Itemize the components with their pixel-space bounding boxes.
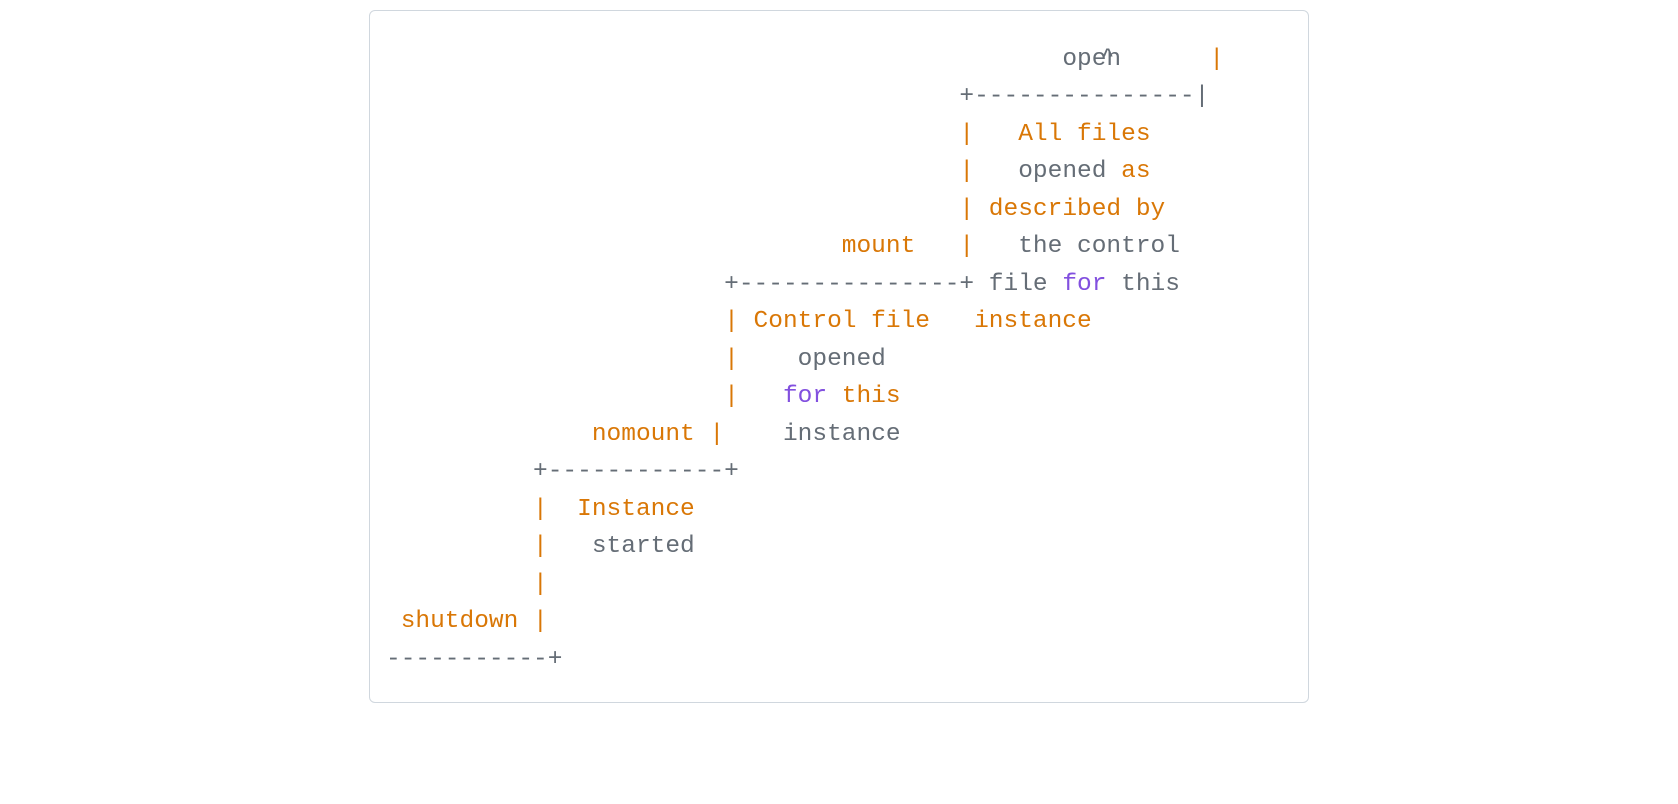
code-token [386,571,533,598]
code-token: shutdown [401,608,519,635]
code-token: | [533,571,548,598]
code-token [827,383,842,410]
code-token: mount [842,233,916,260]
code-token [386,158,959,185]
code-token: +------------+ [386,458,739,485]
code-token: nomount | [592,421,724,448]
code-token: | [959,233,974,260]
code-token: | described by [959,196,1165,223]
code-token [518,608,533,635]
code-token [386,46,1062,73]
code-token [386,308,724,335]
code-token: | [1121,46,1224,73]
code-token [386,421,592,448]
code-token: this [842,383,901,410]
code-token: the control [974,233,1180,260]
code-token: instance [724,421,900,448]
code-token: | [724,346,739,373]
code-content: open | +---------------| | All files | o… [370,11,1308,702]
code-token: this [1106,271,1180,298]
code-token: | [533,533,548,560]
code-token [915,233,959,260]
code-token: | [959,158,974,185]
code-token [386,196,959,223]
code-token [386,608,401,635]
code-token [386,533,533,560]
code-token: -----------+ [386,646,562,673]
code-token [386,346,724,373]
code-token: +---------------+ file [386,271,1062,298]
code-block: ^ open | +---------------| | All files [369,10,1309,703]
code-token: | Instance [533,496,695,523]
code-token: for [783,383,827,410]
code-token [386,383,724,410]
code-token: started [548,533,695,560]
code-token [386,233,842,260]
code-token: | All files [959,121,1150,148]
caret-icon: ^ [1102,46,1113,64]
code-token [739,383,783,410]
code-token: | [724,383,739,410]
code-token: | Control file instance [724,308,1092,335]
code-token [386,496,533,523]
code-token: as [1121,158,1150,185]
code-token: opened [974,158,1121,185]
code-token: for [1062,271,1106,298]
code-token [386,121,959,148]
code-token: opened [739,346,886,373]
code-token: +---------------| [386,83,1209,110]
code-token: | [533,608,548,635]
